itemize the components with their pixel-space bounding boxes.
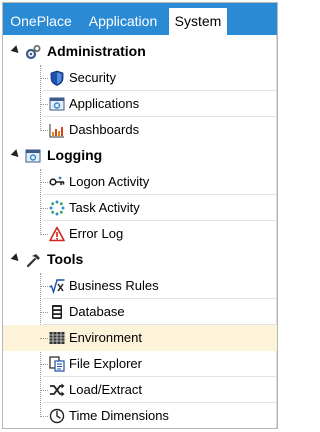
- tree-item-label: Task Activity: [69, 200, 140, 215]
- tree-item-label: Database: [69, 304, 125, 319]
- tree-connector: [40, 364, 48, 365]
- task-spinner-icon: [49, 200, 65, 216]
- tree-connector: [40, 104, 48, 105]
- tree-item-label: File Explorer: [69, 356, 142, 371]
- tree-item-label: Applications: [69, 96, 140, 111]
- tree-group-administration[interactable]: Administration: [3, 39, 277, 65]
- collapse-arrow-icon[interactable]: [10, 253, 22, 264]
- tree-item-file-explorer[interactable]: File Explorer: [3, 351, 277, 377]
- log-window-icon: [25, 149, 41, 163]
- database-icon: [52, 305, 62, 319]
- collapse-arrow-icon[interactable]: [10, 149, 22, 160]
- tree-item-applications[interactable]: Applications: [3, 91, 277, 117]
- tree-item-label: Load/Extract: [69, 382, 142, 397]
- file-explorer-icon: [49, 356, 65, 372]
- tree-connector: [40, 234, 48, 235]
- tree-item-security[interactable]: Security: [3, 65, 277, 91]
- tab-application[interactable]: Application: [79, 3, 167, 35]
- tree-connector: [40, 182, 48, 183]
- tree-item-dashboards[interactable]: Dashboards: [3, 117, 277, 143]
- dashboard-chart-icon: [49, 124, 64, 138]
- tree-connector: [40, 390, 48, 391]
- gears-icon: [25, 45, 41, 60]
- collapse-arrow-icon[interactable]: [10, 45, 22, 56]
- tree-connector: [40, 130, 48, 131]
- tree-item-label: Logon Activity: [69, 174, 150, 189]
- tree-item-label: Security: [69, 70, 116, 85]
- shuffle-arrows-icon: [50, 383, 65, 397]
- tree-item-time-dimensions[interactable]: Time Dimensions: [3, 403, 277, 429]
- tree-item-business-rules[interactable]: Business Rules: [3, 273, 277, 299]
- formula-icon: [49, 279, 65, 294]
- application-window-icon: [49, 97, 65, 111]
- tree-connector: [40, 78, 48, 79]
- tree-group-label: Tools: [47, 251, 84, 267]
- tree-item-environment[interactable]: Environment: [3, 325, 277, 351]
- shield-icon: [50, 70, 64, 86]
- hammer-icon: [26, 254, 40, 268]
- tree-connector: [40, 286, 48, 287]
- warning-icon: [49, 226, 65, 242]
- tree-item-label: Environment: [69, 330, 142, 345]
- tree-connector: [40, 338, 48, 339]
- tree-item-database[interactable]: Database: [3, 299, 277, 325]
- tree-item-label: Time Dimensions: [69, 408, 169, 423]
- tab-oneplace[interactable]: OnePlace: [3, 3, 79, 35]
- tree-group-logging[interactable]: Logging: [3, 143, 277, 169]
- tree-group-tools[interactable]: Tools: [3, 247, 277, 273]
- tree-item-error-log[interactable]: Error Log: [3, 221, 277, 247]
- tree-connector: [40, 208, 48, 209]
- tree-item-task-activity[interactable]: Task Activity: [3, 195, 277, 221]
- environment-grid-icon: [49, 332, 65, 344]
- tree-connector: [40, 312, 48, 313]
- tree-item-label: Dashboards: [69, 122, 140, 137]
- navigation-panel: OnePlace Application System Administrati…: [2, 2, 278, 429]
- tree-item-label: Business Rules: [69, 278, 159, 293]
- tree-item-load-extract[interactable]: Load/Extract: [3, 377, 277, 403]
- tab-bar: OnePlace Application System: [3, 3, 277, 35]
- key-icon: [49, 176, 65, 186]
- tab-system[interactable]: System: [169, 8, 227, 35]
- tree-group-label: Logging: [47, 147, 103, 163]
- clock-icon: [49, 408, 65, 424]
- tree-group-label: Administration: [47, 43, 146, 59]
- tree-item-label: Error Log: [69, 226, 124, 241]
- tree-item-logon-activity[interactable]: Logon Activity: [3, 169, 277, 195]
- tree-connector: [40, 416, 48, 417]
